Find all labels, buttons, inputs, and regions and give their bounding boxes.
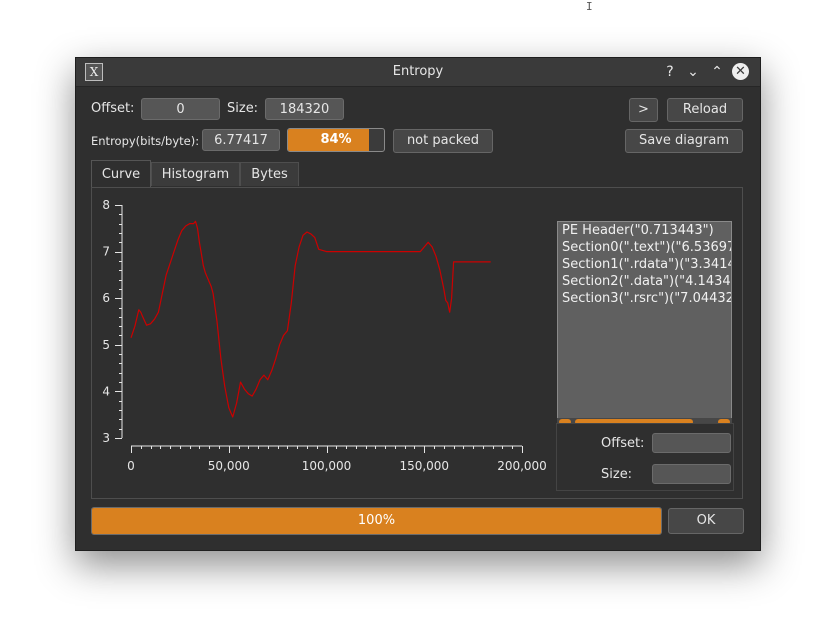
selection-size-label: Size: xyxy=(601,467,633,482)
entropy-dialog: X Entropy ? ⌄ ⌃ ✕ Offset: 0 Size: 184320… xyxy=(75,57,761,551)
list-item[interactable]: Section3(".rsrc")("7.04432 xyxy=(562,290,731,307)
y-tick-label: 3 xyxy=(102,431,110,445)
y-tick-label: 8 xyxy=(102,198,110,212)
x-tick-label: 100,000 xyxy=(302,459,352,473)
selection-offset-field[interactable] xyxy=(652,433,731,453)
x-tick-label: 0 xyxy=(127,459,135,473)
list-item[interactable]: Section0(".text")("6.53697 xyxy=(562,239,731,256)
sections-list[interactable]: PE Header("0.713443") Section0(".text")(… xyxy=(557,221,732,424)
mouse-cursor-icon: I xyxy=(586,0,593,13)
x-tick-label: 150,000 xyxy=(399,459,449,473)
selection-size-field[interactable] xyxy=(652,464,731,484)
progress-text: 100% xyxy=(357,513,396,528)
selection-offset-label: Offset: xyxy=(601,436,645,451)
entropy-series-line xyxy=(130,220,491,418)
list-item[interactable]: Section1(".rdata")("3.3414 xyxy=(562,256,731,273)
y-tick-label: 5 xyxy=(102,338,110,352)
y-tick-label: 4 xyxy=(102,384,110,398)
x-tick-label: 200,000 xyxy=(497,459,547,473)
y-tick-label: 6 xyxy=(102,291,110,305)
ok-button[interactable]: OK xyxy=(668,508,744,534)
list-item[interactable]: Section2(".data")("4.1434 xyxy=(562,273,731,290)
y-tick-label: 7 xyxy=(102,245,110,259)
x-tick-label: 50,000 xyxy=(208,459,250,473)
progress-bar: 100% xyxy=(91,507,662,535)
list-item[interactable]: PE Header("0.713443") xyxy=(562,222,714,239)
